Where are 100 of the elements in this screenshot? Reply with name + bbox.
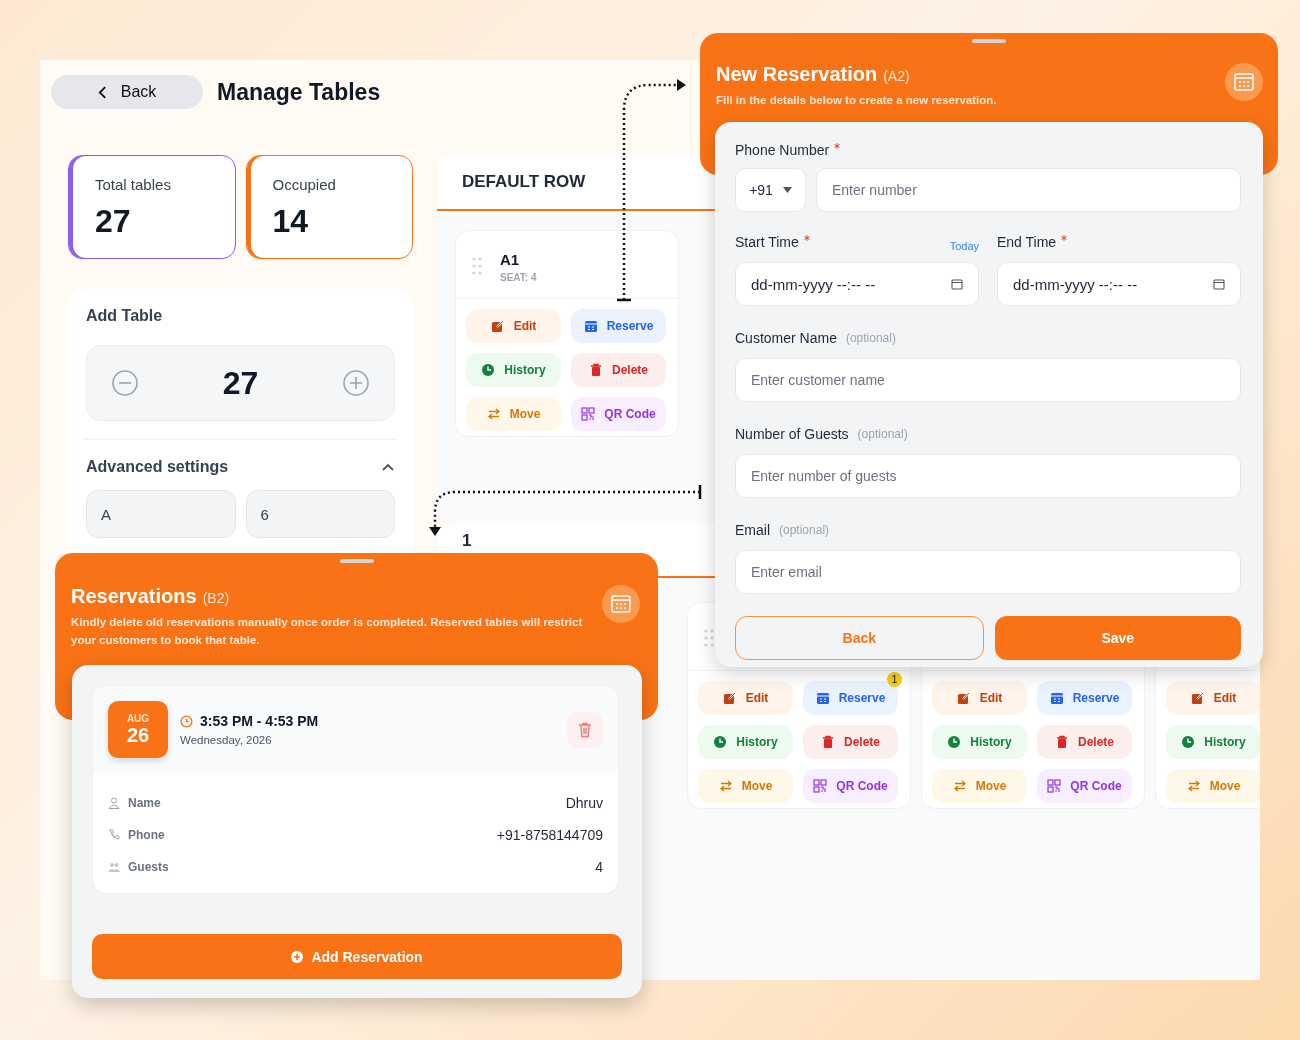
edit-button[interactable]: Edit xyxy=(466,309,561,343)
add-reservation-button[interactable]: Add Reservation xyxy=(92,934,622,979)
phone-icon xyxy=(108,829,120,841)
plus-icon[interactable] xyxy=(342,369,370,397)
history-button[interactable]: History xyxy=(932,725,1027,759)
qr-button[interactable]: QR Code xyxy=(1037,769,1132,803)
detail-value: Dhruv xyxy=(565,795,603,811)
calendar-icon xyxy=(583,319,598,333)
back-button[interactable]: Back xyxy=(735,616,984,660)
qr-code-icon xyxy=(813,779,828,793)
calendar-icon xyxy=(815,691,830,705)
table-tag: (B2) xyxy=(202,590,230,606)
datetime-input[interactable]: dd-mm-yyyy --:-- -- xyxy=(735,262,979,306)
swap-icon xyxy=(486,407,501,421)
qr-code-icon xyxy=(581,407,596,421)
input-field[interactable]: 6 xyxy=(245,490,395,538)
back-button[interactable]: Back xyxy=(51,75,203,109)
calendar-icon xyxy=(1049,691,1064,705)
drag-handle[interactable] xyxy=(972,39,1006,43)
section-title: Advanced settings xyxy=(86,458,229,476)
calendar-icon xyxy=(602,585,640,623)
edit-icon xyxy=(956,691,971,705)
move-button[interactable]: Move xyxy=(698,769,793,803)
date-text: Wednesday, 2026 xyxy=(180,734,273,746)
trash-icon xyxy=(1055,735,1069,749)
qr-button[interactable]: QR Code xyxy=(803,769,898,803)
history-button[interactable]: History xyxy=(466,353,561,387)
table-name: A1 xyxy=(500,251,521,268)
detail-value: +91-8758144709 xyxy=(496,827,603,843)
calendar-icon xyxy=(951,278,963,290)
edit-button[interactable]: Edit xyxy=(932,681,1027,715)
reserve-button[interactable]: Reserve xyxy=(571,309,666,343)
drag-handle-icon[interactable] xyxy=(704,629,714,647)
datetime-input[interactable]: dd-mm-yyyy --:-- -- xyxy=(997,262,1241,306)
panel-title: Add Table xyxy=(86,307,163,324)
people-icon xyxy=(108,861,120,873)
text-input[interactable]: Enter customer name xyxy=(735,358,1241,402)
detail-label: Name xyxy=(128,796,161,810)
chevron-icon[interactable] xyxy=(381,462,395,472)
edit-button[interactable]: Edit xyxy=(1166,681,1260,715)
stat-label: Occupied xyxy=(272,176,337,193)
clock-icon xyxy=(713,735,728,749)
row-title: DEFAULT ROW xyxy=(462,172,586,192)
calendar-icon xyxy=(1225,63,1263,101)
page-title: Manage Tables xyxy=(217,78,381,106)
optional-note: (optional) xyxy=(779,523,830,537)
history-button[interactable]: History xyxy=(1166,725,1260,759)
modal-title: New Reservation xyxy=(716,63,878,86)
edit-icon xyxy=(490,319,505,333)
delete-button[interactable]: Delete xyxy=(571,353,666,387)
country-code-select[interactable]: +91 xyxy=(735,168,806,212)
move-button[interactable]: Move xyxy=(466,397,561,431)
row-title: 1 xyxy=(462,531,472,551)
move-button[interactable]: Move xyxy=(1166,769,1260,803)
person-icon xyxy=(108,797,120,809)
field-label: Phone Number xyxy=(735,142,830,158)
move-button[interactable]: Move xyxy=(932,769,1027,803)
drag-handle[interactable] xyxy=(339,559,374,563)
calendar-icon xyxy=(1213,278,1225,290)
date-badge: AUG 26 xyxy=(108,701,168,758)
save-button[interactable]: Save xyxy=(994,616,1241,660)
qr-code-icon xyxy=(1047,779,1062,793)
qr-button[interactable]: QR Code xyxy=(571,397,666,431)
panel-title: Reservations xyxy=(71,585,197,608)
modal-subtitle: Fill in the details below to create a new reservation. xyxy=(716,93,997,108)
swap-icon xyxy=(718,779,733,793)
optional-note: (optional) xyxy=(845,331,896,345)
field-label: End Time xyxy=(997,234,1057,250)
field-label: Email xyxy=(735,522,770,538)
clock-icon xyxy=(180,714,193,728)
swap-icon xyxy=(952,779,967,793)
chevron-left-icon xyxy=(97,85,107,99)
count-badge: 1 xyxy=(887,672,902,687)
drag-handle-icon[interactable] xyxy=(472,257,482,275)
minus-icon[interactable] xyxy=(111,369,139,397)
plus-circle-icon xyxy=(291,950,304,963)
text-input[interactable]: Enter email xyxy=(735,550,1241,594)
history-button[interactable]: History xyxy=(698,725,793,759)
edit-icon xyxy=(722,691,737,705)
optional-note: (optional) xyxy=(857,427,908,441)
reserve-button[interactable]: Reserve xyxy=(1037,681,1132,715)
field-label: Number of Guests xyxy=(735,426,849,442)
trash-icon xyxy=(589,363,603,377)
delete-button[interactable] xyxy=(567,711,603,748)
delete-button[interactable]: Delete xyxy=(1037,725,1132,759)
input-field[interactable]: A xyxy=(86,490,236,538)
table-tag: (A2) xyxy=(883,68,910,84)
detail-label: Guests xyxy=(128,860,169,874)
phone-input[interactable]: Enter number xyxy=(816,168,1241,212)
delete-button[interactable]: Delete xyxy=(803,725,898,759)
stat-value: 14 xyxy=(272,203,310,240)
trash-icon xyxy=(578,721,592,738)
text-input[interactable]: Enter number of guests xyxy=(735,454,1241,498)
today-link[interactable]: Today xyxy=(949,240,979,252)
stat-label: Total tables xyxy=(95,176,172,193)
table-count: 27 xyxy=(222,364,259,402)
edit-button[interactable]: Edit xyxy=(698,681,793,715)
notice-text: Kindly delete old reservations manually once order is completed. Reserved tables will restrict your customers to book that table. xyxy=(71,615,584,648)
field-label: Start Time xyxy=(735,234,799,250)
stat-value: 27 xyxy=(95,203,132,240)
